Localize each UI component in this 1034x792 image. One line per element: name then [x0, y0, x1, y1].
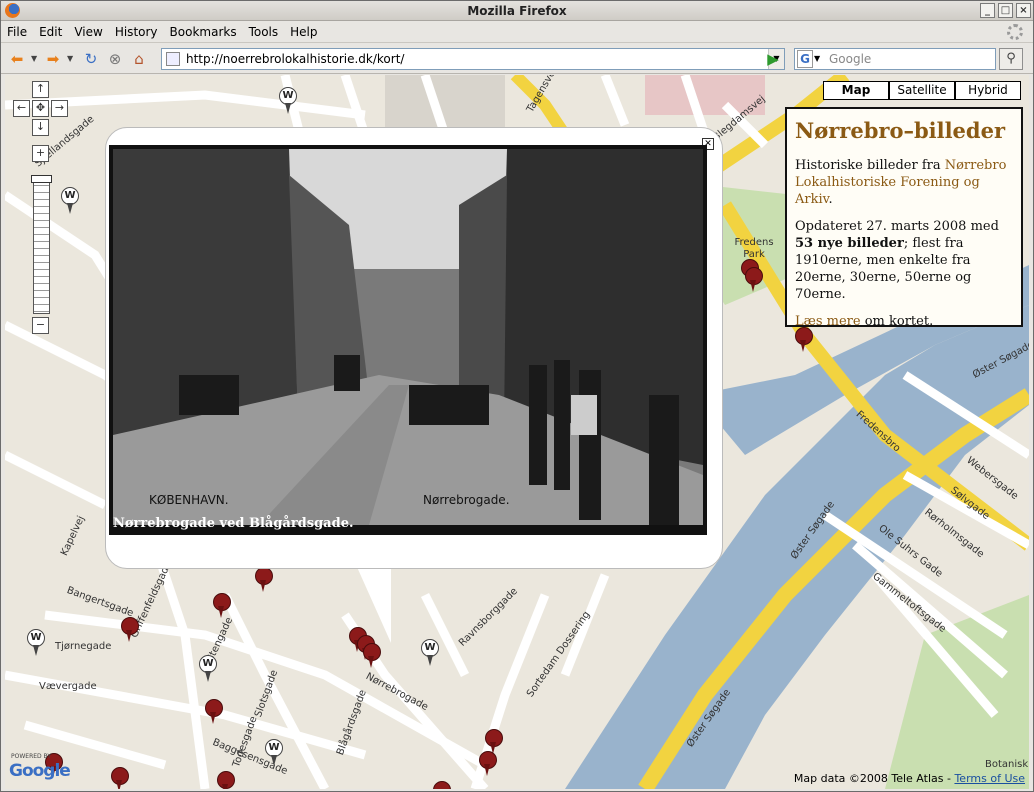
info-intro-suffix: . — [828, 192, 833, 207]
photo-marker[interactable] — [255, 567, 273, 593]
home-icon[interactable]: ⌂ — [129, 49, 149, 69]
photo-marker[interactable] — [217, 771, 235, 789]
menu-history[interactable]: History — [109, 22, 164, 43]
menu-help[interactable]: Help — [284, 22, 323, 43]
street-label-botanisk-have: Botanisk Have — [985, 759, 1029, 770]
pan-down-button[interactable]: ↓ — [32, 119, 49, 136]
info-intro: Historiske billeder fra Nørrebro Lokalhi… — [795, 157, 1013, 208]
photo-marker[interactable] — [111, 767, 129, 789]
menu-edit[interactable]: Edit — [33, 22, 68, 43]
search-magnifier-icon[interactable]: ⚲ — [999, 48, 1023, 70]
url-text: http://noerrebrolokalhistorie.dk/kort/ — [186, 52, 405, 66]
info-more-suffix: om kortet. — [860, 314, 934, 329]
pan-left-button[interactable]: ← — [13, 100, 30, 117]
search-placeholder: Google — [829, 52, 872, 66]
photo-marker[interactable] — [795, 327, 813, 353]
pan-right-button[interactable]: → — [51, 100, 68, 117]
zoom-in-button[interactable]: + — [32, 145, 49, 162]
zoom-out-button[interactable]: − — [32, 317, 49, 334]
menu-tools[interactable]: Tools — [243, 22, 285, 43]
maximize-button[interactable]: □ — [998, 3, 1013, 18]
photo-popup: ✕ KØBENHAVN. Nørrebrogade. Nørrebrogade … — [105, 127, 723, 569]
wikipedia-marker[interactable]: W — [265, 739, 283, 767]
photo-marker[interactable] — [433, 781, 451, 789]
wikipedia-marker[interactable]: W — [279, 87, 297, 115]
search-engine-dropdown[interactable]: ▼ — [814, 49, 820, 69]
title-bar: Mozilla Firefox _ □ × — [1, 1, 1033, 21]
search-bar[interactable]: G ▼ Google — [794, 48, 996, 70]
wikipedia-marker[interactable]: W — [199, 655, 217, 683]
menu-bar: File Edit View History Bookmarks Tools Help — [1, 22, 1033, 43]
throbber-icon — [1007, 24, 1023, 40]
wikipedia-marker[interactable]: W — [421, 639, 439, 667]
navigation-toolbar: ⬅ ▼ ➡ ▼ ↻ ⊗ ⌂ http://noerrebrolokalhisto… — [1, 44, 1033, 74]
info-intro-prefix: Historiske billeder fra — [795, 158, 945, 173]
window-title: Mozilla Firefox — [467, 4, 567, 18]
info-update-count: 53 nye billeder — [795, 236, 904, 251]
powered-by-text: POWERED BY — [11, 753, 52, 760]
photo-text-koebenhavn: KØBENHAVN. — [149, 493, 229, 507]
street-label-vaevergade: Vævergade — [39, 681, 97, 692]
wikipedia-marker[interactable]: W — [27, 629, 45, 657]
read-more-link[interactable]: Læs mere — [795, 314, 861, 329]
forward-arrow-icon[interactable]: ➡ — [43, 49, 63, 69]
photo-caption: Nørrebrogade ved Blågårdsgade. — [113, 516, 354, 531]
go-arrow-icon[interactable]: ▶ — [763, 49, 783, 69]
photo-marker[interactable] — [363, 643, 381, 669]
map-type-map[interactable]: Map — [823, 81, 889, 100]
historic-photo-image — [109, 145, 707, 535]
menu-bookmarks[interactable]: Bookmarks — [164, 22, 243, 43]
browser-window: Mozilla Firefox _ □ × File Edit View Histor… — [0, 0, 1034, 792]
back-arrow-icon[interactable]: ⬅ — [7, 49, 27, 69]
map-type-satellite[interactable]: Satellite — [889, 81, 955, 100]
photo-text-noerrebrogade: Nørrebrogade. — [423, 493, 510, 507]
menu-file[interactable]: File — [1, 22, 33, 43]
menu-view[interactable]: View — [68, 22, 108, 43]
popup-pointer — [357, 567, 391, 643]
info-update: Opdateret 27. marts 2008 med 53 nye bill… — [795, 218, 1013, 303]
street-label-fredens-park: Fredens Park — [734, 237, 774, 260]
back-history-dropdown[interactable]: ▼ — [31, 49, 37, 69]
page-icon — [166, 52, 180, 66]
map-attribution: Map data ©2008 Tele Atlas - Terms of Use — [794, 772, 1025, 785]
url-bar[interactable]: http://noerrebrolokalhistorie.dk/kort/ ▼ — [161, 48, 785, 70]
info-update-prefix: Opdateret 27. marts 2008 med — [795, 219, 999, 234]
photo-marker[interactable] — [121, 617, 139, 643]
zoom-slider[interactable] — [33, 178, 50, 314]
street-label-tjoernegade: Tjørnegade — [55, 641, 112, 652]
map-type-hybrid[interactable]: Hybrid — [955, 81, 1021, 100]
google-engine-icon[interactable]: G — [797, 50, 813, 68]
photo-marker[interactable] — [205, 699, 223, 725]
firefox-logo-icon — [5, 3, 20, 18]
pan-center-button[interactable]: ✥ — [32, 100, 49, 117]
forward-history-dropdown[interactable]: ▼ — [67, 49, 73, 69]
info-panel: Nørrebro–billeder Historiske billeder fr… — [785, 107, 1023, 330]
historic-photo[interactable]: KØBENHAVN. Nørrebrogade. Nørrebrogade ve… — [109, 145, 707, 535]
photo-marker[interactable] — [213, 593, 231, 619]
close-window-button[interactable]: × — [1016, 3, 1031, 18]
map-data-credit: Map data ©2008 Tele Atlas - — [793, 772, 955, 785]
zoom-slider-knob[interactable] — [31, 175, 52, 183]
photo-marker[interactable] — [745, 267, 763, 293]
info-title: Nørrebro–billeder — [795, 118, 1006, 143]
map-type-control: Map Satellite Hybrid — [823, 81, 1021, 100]
reload-icon[interactable]: ↻ — [81, 49, 101, 69]
terms-of-use-link[interactable]: Terms of Use — [954, 772, 1025, 785]
stop-icon[interactable]: ⊗ — [105, 49, 125, 69]
map-canvas[interactable]: Sjællandsgade Tagensvej Blegdamsvej Fred… — [5, 75, 1029, 789]
photo-marker[interactable] — [479, 751, 497, 777]
info-more: Læs mere om kortet. — [795, 313, 1013, 330]
wikipedia-marker[interactable]: W — [61, 187, 79, 215]
minimize-button[interactable]: _ — [980, 3, 995, 18]
pan-up-button[interactable]: ↑ — [32, 81, 49, 98]
google-logo-text: Google — [9, 761, 71, 781]
google-logo[interactable]: POWERED BY Google — [9, 753, 71, 781]
